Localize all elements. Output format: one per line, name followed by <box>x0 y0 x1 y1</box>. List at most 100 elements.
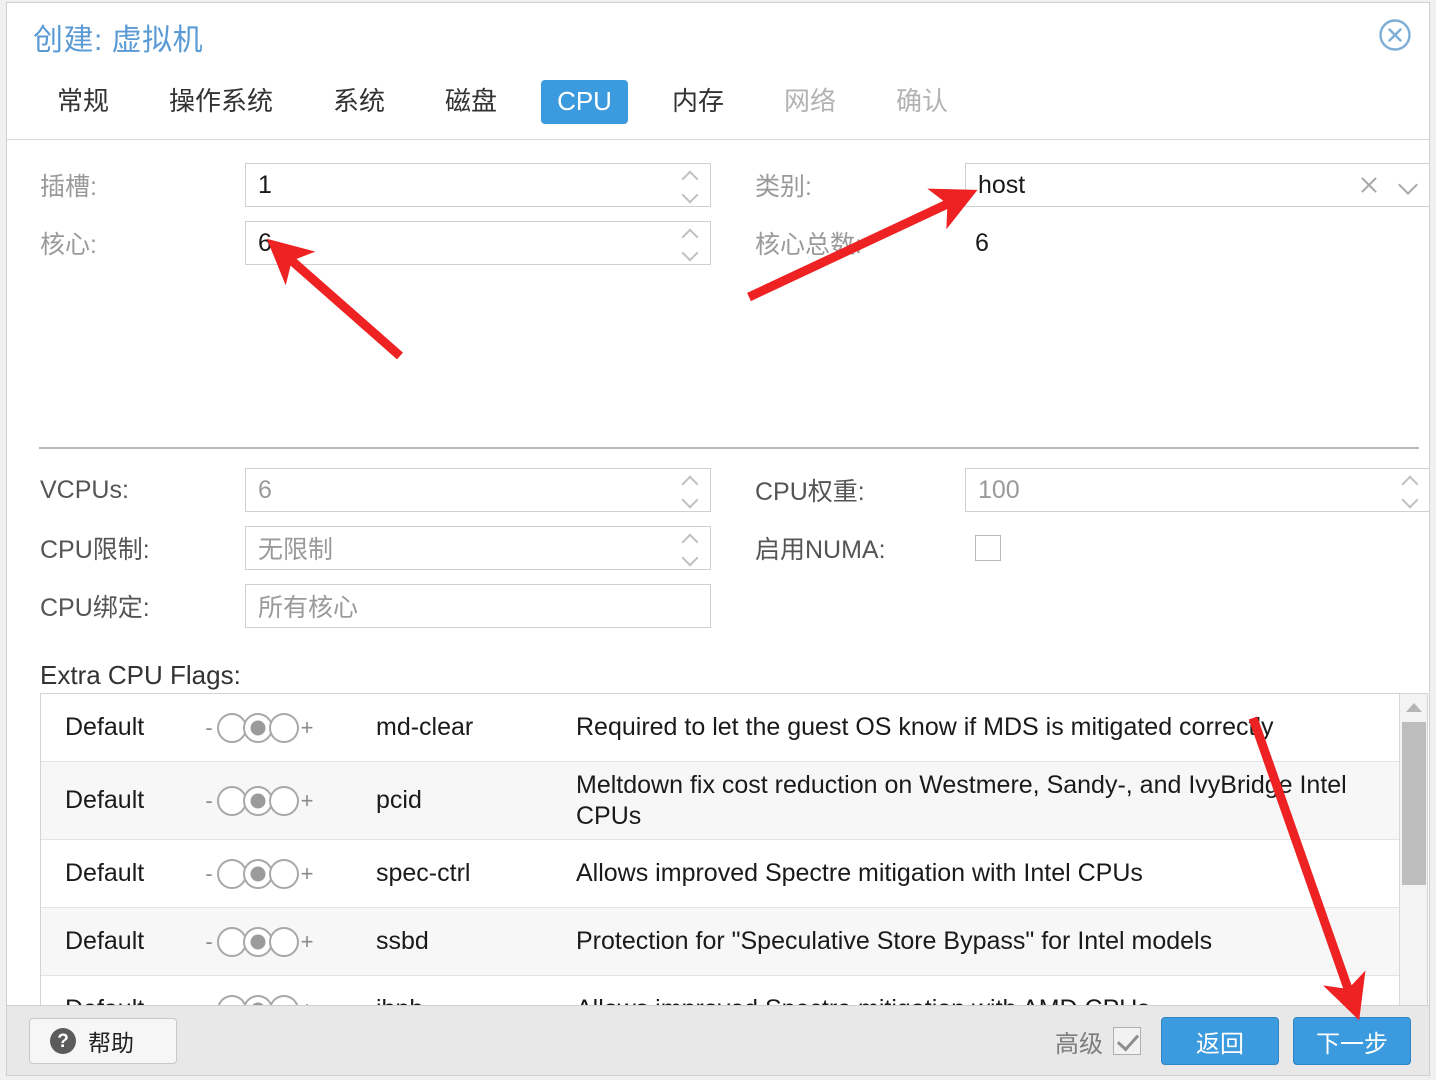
flag-state: Default <box>65 859 145 887</box>
flags-scrollbar[interactable] <box>1399 694 1427 1005</box>
tristate-circles[interactable] <box>217 926 299 957</box>
minus-sign[interactable]: - <box>201 861 217 887</box>
question-mark-icon: ? <box>50 1028 76 1054</box>
flag-name: spec-ctrl <box>376 859 471 887</box>
chevron-up-icon[interactable] <box>681 228 699 239</box>
flag-state: Default <box>41 995 201 1005</box>
tristate-on-circle[interactable] <box>269 926 299 957</box>
scroll-up-icon[interactable] <box>1400 694 1427 720</box>
cpu-limit-label: CPU限制: <box>40 536 150 564</box>
chevron-down-icon[interactable] <box>681 552 699 563</box>
tristate-circles[interactable] <box>217 712 299 743</box>
cores-stepper[interactable] <box>681 228 699 258</box>
enable-numa-label: 启用NUMA: <box>755 536 886 564</box>
flag-description: Allows improved Spectre mitigation with … <box>576 994 1399 1005</box>
footer-actions: 高级 返回 下一步 <box>1055 1017 1411 1065</box>
minus-sign[interactable]: - <box>201 929 217 955</box>
tristate-on-circle[interactable] <box>269 712 299 743</box>
vcpus-label: VCPUs: <box>40 475 129 504</box>
tristate-on-circle[interactable] <box>269 994 299 1005</box>
extra-cpu-flags-label: Extra CPU Flags: <box>40 660 241 690</box>
cpu-settings-panel: 插槽: 1 类别: host 核心: 6 核心总数: 6 VCPUs: 6 CP… <box>7 140 1429 1005</box>
tristate-widget[interactable]: - + <box>201 994 315 1006</box>
sockets-value: 1 <box>258 170 272 199</box>
minus-sign[interactable]: - <box>201 715 217 741</box>
cpu-units-stepper[interactable] <box>1401 475 1419 505</box>
tab-general[interactable]: 常规 <box>41 80 125 124</box>
plus-sign[interactable]: + <box>299 929 315 955</box>
chevron-up-icon[interactable] <box>681 475 699 486</box>
cpu-units-label: CPU权重: <box>755 478 865 506</box>
sockets-input[interactable]: 1 <box>245 163 711 207</box>
flag-tristate-control[interactable]: - + <box>201 926 376 957</box>
table-row[interactable]: Default - + pcid Meltdown fix cost reduc… <box>41 762 1399 840</box>
cpu-units-input[interactable]: 100 <box>965 468 1429 512</box>
back-button[interactable]: 返回 <box>1161 1017 1279 1065</box>
tristate-widget[interactable]: - + <box>201 785 315 816</box>
tristate-on-circle[interactable] <box>269 858 299 889</box>
flag-tristate-control[interactable]: - + <box>201 994 376 1006</box>
vcpus-input[interactable]: 6 <box>245 468 711 512</box>
help-button[interactable]: ? 帮助 <box>29 1018 177 1064</box>
sockets-stepper[interactable] <box>681 170 699 200</box>
chevron-up-icon[interactable] <box>681 533 699 544</box>
cores-value: 6 <box>258 228 272 257</box>
tab-os[interactable]: 操作系统 <box>153 80 289 124</box>
cpu-affinity-input[interactable]: 所有核心 <box>245 584 711 628</box>
tristate-on-circle[interactable] <box>269 785 299 816</box>
flag-tristate-control[interactable]: - + <box>201 712 376 743</box>
flag-description: Required to let the guest OS know if MDS… <box>576 713 1274 742</box>
chevron-down-icon[interactable] <box>681 189 699 200</box>
chevron-up-icon[interactable] <box>681 170 699 181</box>
table-row[interactable]: Default - + md-clear Required to let the… <box>41 694 1399 762</box>
scrollbar-thumb[interactable] <box>1402 722 1426 885</box>
chevron-down-icon[interactable] <box>681 247 699 258</box>
tab-system[interactable]: 系统 <box>317 80 401 124</box>
tristate-off-circle[interactable] <box>217 994 247 1005</box>
wizard-tabs: 常规 操作系统 系统 磁盘 CPU 内存 网络 确认 <box>7 65 1429 140</box>
table-row[interactable]: Default - + spec-ctrl Allows improved Sp… <box>41 840 1399 908</box>
dialog-footer: ? 帮助 高级 返回 下一步 <box>7 1005 1429 1075</box>
tab-cpu[interactable]: CPU <box>541 80 628 124</box>
tristate-circles[interactable] <box>217 785 299 816</box>
tristate-circles[interactable] <box>217 994 299 1005</box>
chevron-down-icon[interactable] <box>1401 494 1419 505</box>
plus-sign[interactable]: + <box>299 788 315 814</box>
table-row[interactable]: Default - + ssbd Protection for "Specula… <box>41 908 1399 976</box>
tristate-default-circle[interactable] <box>243 994 273 1005</box>
cores-input[interactable]: 6 <box>245 221 711 265</box>
minus-sign[interactable]: - <box>201 997 217 1006</box>
tab-memory[interactable]: 内存 <box>656 80 740 124</box>
next-button[interactable]: 下一步 <box>1293 1017 1411 1065</box>
plus-sign[interactable]: + <box>299 997 315 1006</box>
tab-disks[interactable]: 磁盘 <box>429 80 513 124</box>
flag-tristate-control[interactable]: - + <box>201 858 376 889</box>
flag-tristate-control[interactable]: - + <box>201 785 376 816</box>
tab-confirm: 确认 <box>896 86 949 117</box>
flag-state: Default <box>65 713 145 741</box>
vcpus-stepper[interactable] <box>681 475 699 505</box>
cpu-limit-input[interactable]: 无限制 <box>245 526 711 570</box>
close-circle-icon[interactable] <box>1378 18 1412 52</box>
chevron-down-icon[interactable] <box>1398 174 1420 196</box>
table-row[interactable]: Default - + ibpb Allows <box>41 976 1399 1005</box>
minus-sign[interactable]: - <box>201 788 217 814</box>
vcpus-value: 6 <box>258 475 272 504</box>
tristate-widget[interactable]: - + <box>201 712 315 743</box>
advanced-toggle[interactable]: 高级 <box>1055 1024 1141 1059</box>
cpu-limit-stepper[interactable] <box>681 533 699 563</box>
field-cores: 核心: 6 <box>40 220 711 266</box>
plus-sign[interactable]: + <box>299 715 315 741</box>
create-vm-dialog: 创建: 虚拟机 常规 操作系统 系统 磁盘 CPU 内存 网络 确认 插槽: 1 <box>6 2 1430 1076</box>
chevron-up-icon[interactable] <box>1401 475 1419 486</box>
advanced-checkbox[interactable] <box>1113 1027 1141 1055</box>
enable-numa-checkbox[interactable] <box>975 535 1001 561</box>
chevron-down-icon[interactable] <box>681 494 699 505</box>
tristate-circles[interactable] <box>217 858 299 889</box>
tristate-widget[interactable]: - + <box>201 858 315 889</box>
plus-sign[interactable]: + <box>299 861 315 887</box>
clear-icon[interactable] <box>1358 174 1380 196</box>
tristate-widget[interactable]: - + <box>201 926 315 957</box>
sockets-label: 插槽: <box>40 173 97 201</box>
type-combobox[interactable]: host <box>965 163 1429 207</box>
